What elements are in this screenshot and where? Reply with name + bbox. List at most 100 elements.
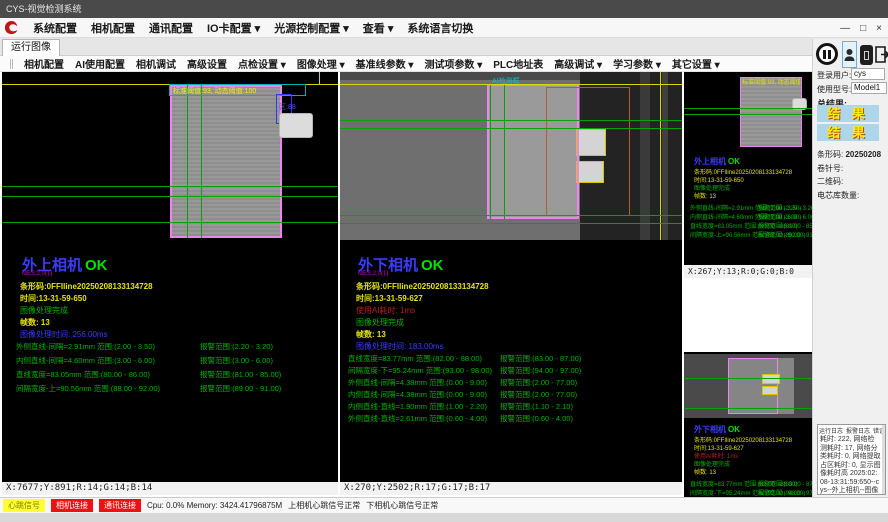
toolbar: 相机配置 AI使用配置 相机调试 高级设置 点检设置 ▾ 图像处理 ▾ 基准线参… — [0, 56, 812, 72]
ai-time-line: 使用AI耗时: 1ms — [356, 305, 415, 316]
close-button[interactable]: × — [876, 23, 882, 34]
threshold-overlay-label: 标准阈值:93, 动态阈值:100 — [173, 86, 256, 96]
alarm-range: 报警范围:(81.00 - 85.00) — [200, 369, 281, 380]
alarm-range: 报警范围:(83.00 - 87.00) — [500, 353, 581, 364]
frame-count-line: 帧数: 13 — [20, 317, 50, 328]
user-icon — [844, 48, 855, 62]
measurement-row: 内侧直线-间隔=4.60mm 范围:(3.00 - 6.00) 报警范围:(3.… — [2, 355, 338, 365]
overlay-green-line — [340, 128, 682, 129]
alarm-range: 报警范围:(81.00 - 85.00) — [758, 221, 812, 229]
measurement-row: 内侧直线-间隔=4.60mm 范围:(3.00 - 6.00) 报警范围:(3.… — [684, 212, 812, 220]
measurement-text: 直线宽度=83.77mm 范围:(82.00 - 88.00) — [348, 353, 482, 364]
overlay-green-vline — [490, 85, 491, 219]
measurement-row: 直线宽度=83.05mm 范围:(80.00 - 86.00) 报警范围:(81… — [684, 221, 812, 229]
exit-door-icon — [875, 46, 888, 63]
tool-advanced-settings[interactable]: 高级设置 — [187, 56, 227, 71]
measurement-text: 间隔宽度-上=90.56mm 范围:(88.00 - 92.00) — [16, 383, 160, 394]
menu-item-system-config[interactable]: 系统配置 — [33, 20, 77, 36]
camera-view-lower-outer[interactable]: AI检测框 外下相机OK MES:2,0(1) 条形码:0FFIline2025… — [340, 72, 682, 495]
tool-learn-params[interactable]: 学习参数 ▾ — [613, 56, 661, 71]
ai-patch-box — [762, 374, 780, 384]
log-scrollbar[interactable] — [882, 425, 885, 494]
menu-item-light-config[interactable]: 光源控制配置 ▾ — [274, 20, 349, 36]
camera-image-region — [740, 77, 802, 147]
overlay-green-line — [684, 378, 812, 379]
tool-baseline-params[interactable]: 基准线参数 ▾ — [356, 56, 414, 71]
pause-button[interactable] — [816, 43, 838, 65]
lower-camera-heartbeat-status: 下相机心跳信号正常 — [366, 500, 438, 511]
overlay-yellow-line — [340, 84, 682, 85]
time-line: 时间:13-31-59-650 — [20, 293, 87, 304]
tool-test-params[interactable]: 测试项参数 ▾ — [424, 56, 482, 71]
process-time-line: 图像处理时间: 256.00ms — [20, 329, 108, 340]
menu-item-camera-config[interactable]: 相机配置 — [91, 20, 135, 36]
overlay-green-line — [2, 196, 338, 197]
minimize-button[interactable]: — — [840, 23, 850, 34]
process-done-line: 图像处理完成 — [356, 317, 404, 328]
login-user-value[interactable]: cys — [851, 68, 885, 80]
overlay-green-line — [2, 222, 338, 223]
process-done-line: 图像处理完成 — [20, 305, 68, 316]
tool-other-settings[interactable]: 其它设置 ▾ — [672, 56, 720, 71]
model-select[interactable]: Model1 — [851, 82, 887, 94]
camera-result-title: 外上相机OK — [694, 156, 740, 167]
camera-view-upper-outer[interactable]: 标准阈值:93, 动态阈值:100 区:88 外上相机OK MES:2,0(1)… — [2, 72, 338, 495]
camera-result-title: 外下相机OK — [694, 424, 740, 435]
pixel-coordinate-status: X:7677;Y:891;R:14;G:14;B:14 — [2, 482, 338, 495]
lock-button[interactable] — [860, 45, 873, 65]
toolbar-grip-icon — [10, 59, 13, 69]
overlay-green-line — [340, 223, 682, 224]
camera-connect-badge: 相机连接 — [51, 499, 93, 512]
mes-line: MES:2,0(1) — [358, 271, 388, 277]
cpu-memory-status: Cpu: 0.0% Memory: 3424.41796875M — [147, 501, 282, 510]
measurement-row: 间隔宽度-上=90.56mm 范围:(88.00 - 92.00) 报警范围:(… — [2, 383, 338, 393]
result-indicator-1: 结 果 — [817, 105, 879, 122]
log-tab-run[interactable]: 运行日志 — [819, 426, 843, 435]
alarm-range: 报警范围:(0.60 - 4.00) — [500, 413, 573, 424]
roi-blue-label: 区:88 — [279, 102, 296, 112]
log-area[interactable]: 运行日志 报警日志 错误日志 耗时: 222, 网络检测耗时: 17, 网络分类… — [817, 424, 886, 495]
result-ok-badge: OK — [421, 257, 444, 274]
maximize-button[interactable]: □ — [860, 23, 866, 34]
alarm-range: 报警范围:(83.00 - 87.00) — [758, 479, 812, 487]
measurement-text: 间隔宽度-下=95.24mm 范围:(93.00 - 98.00) — [348, 365, 492, 376]
barcode-line: 条形码:0FFIline20250208133134728 — [20, 281, 153, 292]
window-bottom-edge — [0, 513, 888, 522]
menu-item-io-config[interactable]: IO卡配置 ▾ — [207, 20, 260, 36]
pixel-coordinate-status: X:267;Y:13;R:0;G:0;B:0 — [684, 265, 812, 278]
barcode-label: 条形码: — [817, 150, 843, 159]
result-ok-badge: OK — [85, 257, 108, 274]
overlay-green-vline — [504, 85, 505, 219]
tool-image-processing[interactable]: 图像处理 ▾ — [297, 56, 345, 71]
log-tab-alarm[interactable]: 报警日志 — [846, 426, 870, 435]
result-indicator-2: 结 果 — [817, 124, 879, 141]
window-controls: — □ × — [840, 18, 882, 38]
thumbnail-view-upper[interactable]: 标准阈值:93, 动态阈值:100 外上相机OK 条形码:0FFIline202… — [684, 72, 812, 278]
tool-advanced-debug[interactable]: 高级调试 ▾ — [554, 56, 602, 71]
measurement-row: 内侧直线-间隔=4.38mm 范围:(0.00 - 9.00) 报警范围:(2.… — [340, 389, 682, 399]
measurement-row: 外侧直线-直线=2.61mm 范围:(0.60 - 4.00) 报警范围:(0.… — [340, 413, 682, 423]
tab-run-image[interactable]: 运行图像 — [2, 39, 60, 56]
tool-ai-config[interactable]: AI使用配置 — [75, 56, 125, 71]
tool-plc-address[interactable]: PLC地址表 — [493, 56, 543, 71]
ai-patch-box — [762, 386, 778, 395]
measurement-row: 间隔宽度-上=90.56mm 范围:(88.00 - 92.00) 报警范围:(… — [684, 230, 812, 238]
user-login-button[interactable] — [842, 41, 857, 68]
cell-count-label: 电芯库数量: — [817, 190, 859, 201]
roi-box-orange — [546, 87, 630, 216]
title-bar: CYS-视觉检测系统 — [0, 0, 888, 18]
menu-item-comm-config[interactable]: 通讯配置 — [149, 20, 193, 36]
app-window: CYS-视觉检测系统 系统配置 相机配置 通讯配置 IO卡配置 ▾ 光源控制配置… — [0, 0, 888, 522]
qr-code-label: 二维码: — [817, 176, 843, 187]
exit-button[interactable] — [875, 43, 888, 66]
tool-spotcheck-settings[interactable]: 点检设置 ▾ — [238, 56, 286, 71]
tool-camera-config[interactable]: 相机配置 — [24, 56, 64, 71]
tool-camera-debug[interactable]: 相机调试 — [136, 56, 176, 71]
menu-item-view[interactable]: 查看 ▾ — [363, 20, 394, 36]
menu-item-language[interactable]: 系统语言切换 — [407, 20, 473, 36]
alarm-range: 报警范围:(3.00 - 6.00) — [200, 355, 273, 366]
pixel-coordinate-status: X:270;Y:2502;R:17;G:17;B:17 — [340, 482, 682, 495]
alarm-range: 报警范围:(89.00 - 91.00) — [200, 383, 281, 394]
alarm-range: 报警范围:(2.20 - 3.20) — [200, 341, 273, 352]
overlay-green-line — [684, 408, 812, 409]
